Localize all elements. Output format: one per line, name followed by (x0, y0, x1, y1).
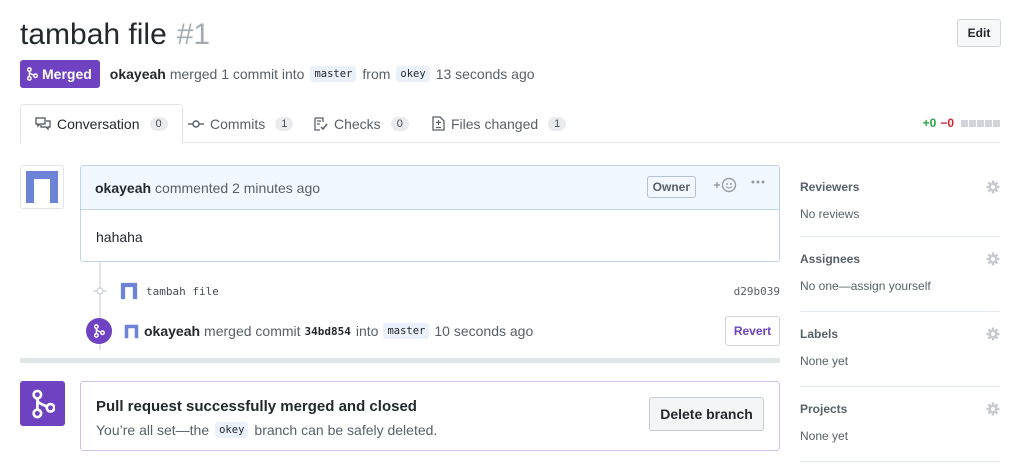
sidebar-title[interactable]: Projects (800, 402, 847, 416)
merge-author[interactable]: okayeah (144, 323, 200, 339)
merge-desc-text-2: branch can be safely deleted. (254, 422, 438, 438)
tab-label: Commits (210, 115, 266, 132)
merge-desc-text: You’re all set—the (96, 422, 210, 438)
head-branch[interactable]: okey (396, 66, 430, 82)
gear-icon[interactable] (986, 402, 1000, 416)
sidebar-value[interactable]: No one—assign yourself (800, 279, 931, 293)
avatar[interactable] (124, 323, 139, 339)
file-diff-icon (432, 116, 445, 131)
merge-status-description: You’re all set—the okey branch can be sa… (96, 422, 437, 438)
from-text: from (362, 66, 391, 82)
sidebar-value: None yet (800, 354, 849, 368)
owner-badge: Owner (646, 176, 696, 198)
tab-counter: 1 (548, 116, 567, 131)
tab-label: Checks (334, 115, 381, 132)
commit-item: tambah file d29b039 (90, 280, 780, 302)
comment-box: okayeah commented 2 minutes ago Owner ha… (80, 165, 780, 262)
pr-title-row: tambah file #1 (20, 18, 210, 58)
diffstat-blocks (960, 119, 1000, 127)
merged-status-badge: Merged (20, 60, 100, 88)
merge-into-text: into (355, 323, 379, 339)
avatar[interactable] (20, 165, 64, 209)
gear-icon[interactable] (986, 327, 1000, 341)
sidebar-title[interactable]: Reviewers (800, 180, 859, 194)
gear-icon[interactable] (986, 180, 1000, 194)
git-merge-icon (86, 318, 112, 344)
merged-text: merged 1 commit into (169, 66, 305, 82)
diffstat[interactable]: +0 −0 (923, 116, 1000, 130)
diffstat-deletions: −0 (940, 116, 954, 130)
merged-time: 13 seconds ago (435, 66, 535, 82)
avatar[interactable] (120, 282, 138, 300)
pr-tabs: Conversation 0 Commits 1 Checks 0 Files … (20, 104, 1000, 144)
pr-meta: Merged okayeah merged 1 commit into mast… (20, 60, 535, 88)
comment-discussion-icon (35, 117, 51, 131)
edit-button[interactable]: Edit (957, 19, 1001, 47)
git-merge-icon (31, 389, 55, 419)
merge-commit-sha[interactable]: 34bd854 (305, 325, 351, 338)
comment-timestamp[interactable]: commented 2 minutes ago (155, 180, 320, 196)
sidebar-value: None yet (800, 429, 849, 443)
tab-files-changed[interactable]: Files changed 1 (432, 104, 567, 143)
tab-commits[interactable]: Commits 1 (188, 104, 294, 143)
merge-event-time[interactable]: 10 seconds ago (434, 323, 533, 339)
pr-number: #1 (176, 18, 211, 51)
commit-sha[interactable]: d29b039 (734, 285, 780, 298)
base-branch[interactable]: master (310, 66, 357, 82)
delete-branch-button[interactable]: Delete branch (649, 397, 764, 431)
smiley-icon (713, 177, 737, 193)
tab-counter: 0 (149, 117, 168, 131)
revert-button[interactable]: Revert (725, 316, 780, 346)
sidebar-title[interactable]: Assignees (800, 252, 860, 266)
merge-status-title: Pull request successfully merged and clo… (96, 398, 417, 415)
head-branch[interactable]: okey (215, 422, 249, 438)
tab-checks[interactable]: Checks 0 (314, 104, 409, 143)
tab-conversation[interactable]: Conversation 0 (20, 104, 183, 144)
merge-status-box: Pull request successfully merged and clo… (80, 381, 780, 451)
commit-message[interactable]: tambah file (146, 285, 219, 298)
sidebar-projects: Projects None yet (800, 387, 1000, 462)
author-link[interactable]: okayeah (110, 66, 166, 82)
sidebar-title[interactable]: Labels (800, 327, 838, 341)
tab-counter: 0 (390, 116, 409, 131)
sidebar-reviewers: Reviewers No reviews (800, 165, 1000, 237)
tab-counter: 1 (275, 116, 294, 131)
diffstat-additions: +0 (922, 116, 937, 130)
merge-target-branch[interactable]: master (383, 323, 430, 339)
sidebar-labels: Labels None yet (800, 312, 1000, 387)
sidebar-value: No reviews (800, 207, 860, 221)
comment-body: hahaha (96, 229, 143, 245)
sidebar-assignees: Assignees No one—assign yourself (800, 237, 1000, 312)
checklist-icon (314, 116, 328, 131)
add-reaction-button[interactable] (713, 177, 737, 193)
comment-author[interactable]: okayeah (95, 180, 151, 196)
pr-sidebar: Reviewers No reviews Assignees No one—as… (800, 165, 1000, 462)
tab-label: Conversation (57, 116, 140, 132)
git-merge-icon (26, 67, 38, 81)
gear-icon[interactable] (986, 252, 1000, 266)
merge-event: okayeah merged commit 34bd854 into maste… (86, 316, 780, 346)
tab-label: Files changed (451, 115, 539, 132)
merged-status-icon-box (20, 381, 65, 426)
pr-title: tambah file (20, 18, 167, 51)
merge-event-text: merged commit (204, 323, 301, 339)
git-commit-icon (188, 119, 204, 129)
timeline-divider (20, 358, 780, 363)
git-commit-icon (93, 285, 107, 297)
merged-badge-label: Merged (42, 66, 92, 82)
kebab-horizontal-icon[interactable] (751, 174, 765, 190)
